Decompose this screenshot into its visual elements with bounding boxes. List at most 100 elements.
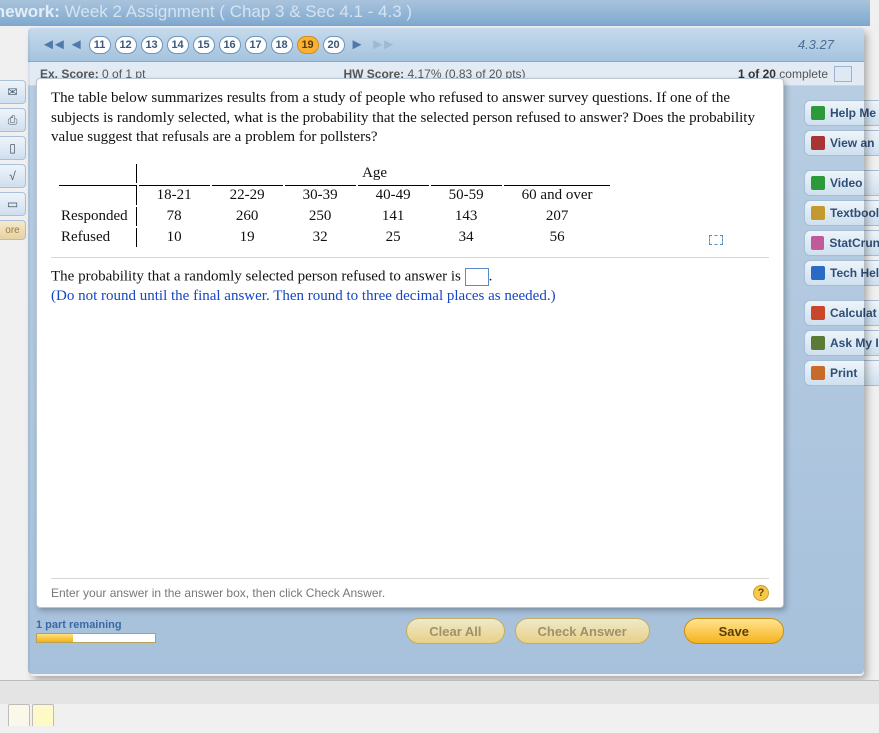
col-header: 18-21 [139, 185, 210, 205]
left-tab-4[interactable]: √ [0, 164, 26, 188]
question-card: The table below summarizes results from … [36, 78, 784, 608]
side-textbook-button[interactable]: Textbool [804, 200, 879, 226]
side-help-me-button[interactable]: Help Me [804, 100, 879, 126]
footer-hint-bar: Enter your answer in the answer box, the… [51, 578, 769, 601]
prompt-text-a: The probability that a randomly selected… [51, 268, 465, 284]
left-tab-3[interactable]: ▯ [0, 136, 26, 160]
side-label: Help Me [830, 106, 876, 120]
hw-prefix: nework: [0, 2, 60, 21]
side-print-button[interactable]: Print [804, 360, 879, 386]
table-cell: 25 [358, 228, 429, 247]
left-tab-rail: ✉ ⎙ ▯ √ ▭ ore [0, 80, 28, 244]
table-cell: 78 [139, 207, 210, 226]
prompt-text-b: . [489, 268, 493, 284]
age-header: Age [139, 164, 611, 183]
answer-prompt: The probability that a randomly selected… [51, 268, 769, 286]
question-pill-17[interactable]: 17 [245, 36, 267, 54]
side-label: StatCrun [829, 236, 879, 250]
answer-input[interactable] [465, 268, 489, 286]
tech-help-icon [811, 266, 825, 280]
question-pill-11[interactable]: 11 [89, 36, 111, 54]
save-button[interactable]: Save [684, 618, 784, 644]
left-tab-1[interactable]: ✉ [0, 80, 26, 104]
row-label-responded: Responded [59, 207, 137, 226]
side-view-an-button[interactable]: View an [804, 130, 879, 156]
popout-icon[interactable] [834, 66, 852, 82]
side-label: Calculat [830, 306, 877, 320]
side-label: Tech Hel [830, 266, 879, 280]
assignment-name: Week 2 Assignment ( Chap 3 & Sec 4.1 - 4… [65, 2, 412, 21]
help-icon[interactable]: ? [753, 585, 769, 601]
table-cell: 10 [139, 228, 210, 247]
left-tab-score[interactable]: ore [0, 220, 26, 240]
table-cell: 141 [358, 207, 429, 226]
progress: 1 part remaining [36, 619, 156, 643]
progress-bar [36, 633, 156, 643]
side-tools: Help Me View an Video Textbool StatCrun Tech … [804, 100, 879, 390]
table-cell: 260 [212, 207, 283, 226]
data-table: Age 18-2122-2930-3940-4950-5960 and over… [57, 162, 612, 249]
left-tab-5[interactable]: ▭ [0, 192, 26, 216]
check-answer-button[interactable]: Check Answer [515, 618, 650, 644]
side-label: Video [830, 176, 862, 190]
view-an-icon [811, 136, 825, 150]
next-arrow-icon[interactable]: ► [350, 36, 365, 53]
table-cell: 250 [285, 207, 356, 226]
sheet-tab-1[interactable] [8, 704, 30, 726]
question-pill-14[interactable]: 14 [167, 36, 189, 54]
table-cell: 56 [504, 228, 611, 247]
action-bar: 1 part remaining Clear All Check Answer … [36, 618, 784, 644]
question-pill-15[interactable]: 15 [193, 36, 215, 54]
rounding-note: (Do not round until the final answer. Th… [51, 288, 769, 305]
question-pill-16[interactable]: 16 [219, 36, 241, 54]
calculator-icon [811, 306, 825, 320]
question-pill-12[interactable]: 12 [115, 36, 137, 54]
last-arrow-icon[interactable]: ►► [370, 36, 392, 53]
side-tech-help-button[interactable]: Tech Hel [804, 260, 879, 286]
table-cell: 207 [504, 207, 611, 226]
statcrunch-icon [811, 236, 824, 250]
question-pill-13[interactable]: 13 [141, 36, 163, 54]
textbook-icon [811, 206, 825, 220]
side-statcrunch-button[interactable]: StatCrun [804, 230, 879, 256]
print-icon [811, 366, 825, 380]
col-header: 50-59 [431, 185, 502, 205]
video-icon [811, 176, 825, 190]
left-tab-2[interactable]: ⎙ [0, 108, 26, 132]
help-me-icon [811, 106, 825, 120]
table-cell: 143 [431, 207, 502, 226]
statusbar [0, 680, 879, 704]
progress-label: 1 part remaining [36, 619, 156, 631]
side-label: Ask My I [830, 336, 879, 350]
window-title: nework: Week 2 Assignment ( Chap 3 & Sec… [0, 0, 870, 26]
footer-hint-text: Enter your answer in the answer box, the… [51, 586, 385, 600]
col-header: 60 and over [504, 185, 611, 205]
side-label: Print [830, 366, 857, 380]
table-cell: 34 [431, 228, 502, 247]
side-video-button[interactable]: Video [804, 170, 879, 196]
question-pill-18[interactable]: 18 [271, 36, 293, 54]
table-popout-icon[interactable] [709, 235, 723, 245]
side-ask-instructor-button[interactable]: Ask My I [804, 330, 879, 356]
prev-arrow-icon[interactable]: ◄ [69, 36, 84, 53]
clear-all-button[interactable]: Clear All [406, 618, 504, 644]
ask-instructor-icon [811, 336, 825, 350]
question-text: The table below summarizes results from … [51, 89, 769, 148]
table-cell: 19 [212, 228, 283, 247]
col-header: 30-39 [285, 185, 356, 205]
side-label: Textbool [830, 206, 879, 220]
first-arrow-icon[interactable]: ◄◄ [41, 36, 63, 53]
row-label-refused: Refused [59, 228, 137, 247]
question-nav: ◄◄ ◄ 11121314151617181920 ► ►► 4.3.27 [28, 28, 864, 62]
side-calculator-button[interactable]: Calculat [804, 300, 879, 326]
table-cell: 32 [285, 228, 356, 247]
side-label: View an [830, 136, 874, 150]
sheet-tabs [8, 704, 56, 728]
col-header: 40-49 [358, 185, 429, 205]
question-pill-19[interactable]: 19 [297, 36, 319, 54]
col-header: 22-29 [212, 185, 283, 205]
question-ref: 4.3.27 [798, 37, 834, 52]
question-pill-20[interactable]: 20 [323, 36, 345, 54]
sheet-tab-2[interactable] [32, 704, 54, 726]
complete-word: complete [779, 67, 828, 81]
